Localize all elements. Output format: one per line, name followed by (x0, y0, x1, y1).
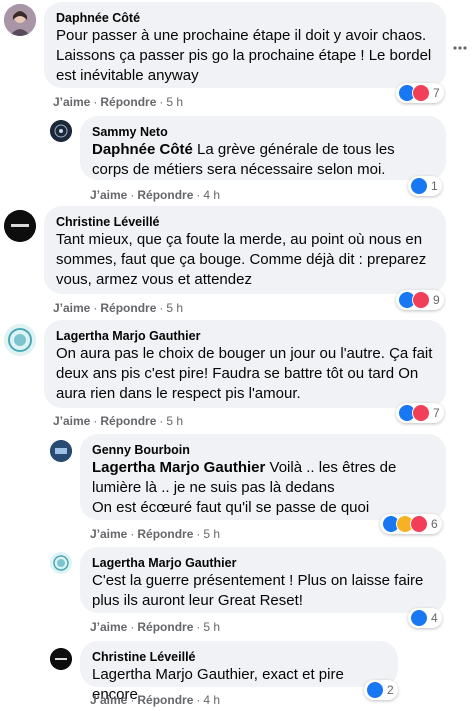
reaction-summary[interactable]: 7 (396, 403, 444, 423)
timestamp[interactable]: 4 h (203, 693, 220, 707)
avatar[interactable] (50, 120, 72, 142)
comment-bubble: Christine Léveillé Tant mieux, que ça fo… (44, 206, 446, 294)
love-reaction-icon (412, 404, 430, 422)
comment-author[interactable]: Christine Léveillé (56, 214, 434, 230)
reply-action[interactable]: Répondre (100, 95, 156, 109)
reaction-count: 7 (433, 86, 440, 100)
reaction-summary[interactable]: 4 (408, 608, 442, 628)
like-reaction-icon (366, 681, 384, 699)
love-reaction-icon (410, 515, 428, 533)
reaction-count: 2 (387, 683, 394, 697)
comment-author[interactable]: Lagertha Marjo Gauthier (92, 555, 434, 571)
reaction-count: 4 (431, 611, 438, 625)
comment-actions: J’aime · Répondre · 5 h (53, 301, 184, 315)
reaction-count: 9 (433, 293, 440, 307)
comment-bubble: Sammy Neto Daphnée Côté La grève général… (80, 116, 446, 180)
timestamp[interactable]: 5 h (203, 527, 220, 541)
reply-action[interactable]: Répondre (100, 414, 156, 428)
reaction-summary[interactable]: 9 (396, 290, 444, 310)
like-action[interactable]: J’aime (53, 95, 90, 109)
more-options-icon[interactable] (453, 42, 467, 50)
love-reaction-icon (412, 84, 430, 102)
reaction-summary[interactable]: 7 (396, 83, 444, 103)
reaction-count: 1 (431, 179, 438, 193)
mention-link[interactable]: Lagertha Marjo Gauthier (92, 459, 265, 476)
comment-actions: J’aime · Répondre · 5 h (53, 414, 184, 428)
reaction-summary[interactable]: 1 (408, 176, 442, 196)
timestamp[interactable]: 5 h (203, 620, 220, 634)
avatar[interactable] (4, 4, 36, 36)
timestamp[interactable]: 5 h (166, 301, 183, 315)
avatar[interactable] (50, 440, 72, 462)
reaction-summary[interactable]: 2 (364, 680, 398, 700)
love-reaction-icon (412, 291, 430, 309)
comment-bubble: Lagertha Marjo Gauthier On aura pas le c… (44, 320, 446, 408)
reply-action[interactable]: Répondre (137, 620, 193, 634)
comment-text: Pour passer à une prochaine étape il doi… (56, 27, 432, 84)
reply-action[interactable]: Répondre (137, 527, 193, 541)
comment-bubble: Daphnée Côté Pour passer à une prochaine… (44, 2, 446, 88)
comment-text: Lagertha Marjo Gauthier Voilà .. les êtr… (92, 459, 397, 496)
avatar[interactable] (4, 324, 36, 356)
reaction-summary[interactable]: 6 (380, 514, 442, 534)
reaction-count: 7 (433, 406, 440, 420)
like-reaction-icon (410, 177, 428, 195)
comment-bubble: Lagertha Marjo Gauthier C'est la guerre … (80, 547, 446, 613)
reply-action[interactable]: Répondre (100, 301, 156, 315)
avatar[interactable] (50, 552, 72, 574)
like-reaction-icon (410, 609, 428, 627)
comment-bubble: Christine Léveillé Lagertha Marjo Gauthi… (80, 641, 398, 703)
comment-actions: J’aime · Répondre · 4 h (90, 188, 221, 202)
comment-author[interactable]: Daphnée Côté (56, 10, 434, 26)
comment-author[interactable]: Christine Léveillé (92, 649, 386, 665)
like-action[interactable]: J’aime (90, 620, 127, 634)
comment-actions: J’aime · Répondre · 4 h (90, 693, 221, 707)
reply-action[interactable]: Répondre (137, 693, 193, 707)
comment-actions: J’aime · Répondre · 5 h (53, 95, 184, 109)
like-action[interactable]: J’aime (90, 693, 127, 707)
comment-text-line: On est écœuré faut qu'il se passe de quo… (92, 499, 370, 516)
like-action[interactable]: J’aime (90, 188, 127, 202)
avatar[interactable] (4, 210, 36, 242)
comment-bubble: Genny Bourboin Lagertha Marjo Gauthier V… (80, 434, 446, 520)
comment-actions: J’aime · Répondre · 5 h (90, 527, 221, 541)
like-action[interactable]: J’aime (53, 301, 90, 315)
comment-author[interactable]: Lagertha Marjo Gauthier (56, 328, 434, 344)
timestamp[interactable]: 5 h (166, 95, 183, 109)
like-action[interactable]: J’aime (53, 414, 90, 428)
timestamp[interactable]: 5 h (166, 414, 183, 428)
comment-text: On aura pas le choix de bouger un jour o… (56, 345, 433, 402)
like-action[interactable]: J’aime (90, 527, 127, 541)
avatar[interactable] (50, 648, 72, 670)
comment-text: C'est la guerre présentement ! Plus on l… (92, 572, 424, 609)
comment-text: Daphnée Côté La grève générale de tous l… (92, 141, 395, 178)
comment-author[interactable]: Sammy Neto (92, 124, 434, 140)
comment-author[interactable]: Genny Bourboin (92, 442, 434, 458)
mention-link[interactable]: Daphnée Côté (92, 141, 193, 158)
comment-actions: J’aime · Répondre · 5 h (90, 620, 221, 634)
timestamp[interactable]: 4 h (203, 188, 220, 202)
reaction-count: 6 (431, 517, 438, 531)
comment-text: Tant mieux, que ça foute la merde, au po… (56, 231, 427, 288)
reply-action[interactable]: Répondre (137, 188, 193, 202)
